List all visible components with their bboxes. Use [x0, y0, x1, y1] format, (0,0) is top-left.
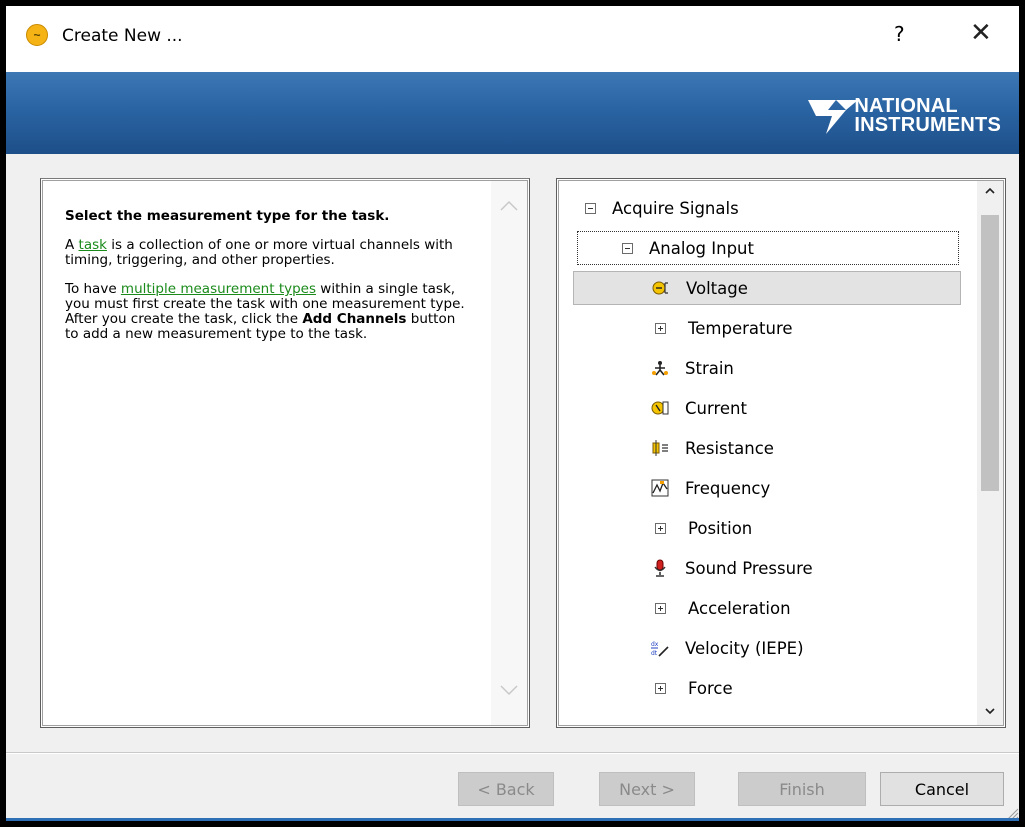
scroll-down-icon[interactable] — [491, 679, 527, 702]
voltage-icon — [652, 279, 670, 297]
create-new-dialog: ~ Create New ... ? ✕ NATIONAL INSTRUMENT… — [6, 6, 1019, 821]
strain-icon — [651, 359, 669, 377]
scroll-up-icon[interactable] — [491, 195, 527, 218]
velocity-icon: dx dt — [651, 639, 669, 657]
text-span: To have — [65, 281, 121, 297]
description-heading: Select the measurement type for the task… — [65, 208, 390, 224]
scrollbar-thumb[interactable] — [981, 215, 999, 491]
tree-scrollbar[interactable] — [977, 181, 1003, 725]
expand-icon[interactable] — [655, 522, 666, 534]
collapse-icon[interactable] — [622, 242, 633, 254]
next-button[interactable]: Next > — [599, 772, 695, 806]
eagle-logo-icon — [808, 100, 859, 134]
tree-node-acceleration[interactable]: Acceleration — [651, 591, 791, 625]
close-button[interactable]: ✕ — [970, 18, 992, 48]
cancel-button[interactable]: Cancel — [880, 772, 1004, 806]
svg-text:dx: dx — [651, 641, 659, 648]
button-bar-divider-highlight — [6, 753, 1019, 754]
tree-node-label: Acceleration — [688, 598, 791, 618]
scroll-down-icon[interactable] — [977, 705, 1003, 719]
text-span: is a collection of one or more virtual c… — [65, 237, 453, 268]
tree-node-resistance[interactable]: Resistance — [651, 431, 774, 465]
description-text: Select the measurement type for the task… — [65, 209, 465, 356]
tree-node-label: Sound Pressure — [685, 558, 813, 578]
collapse-icon[interactable] — [585, 202, 596, 214]
tree-node-force[interactable]: Force — [651, 671, 733, 705]
tree-node-position[interactable]: Position — [651, 511, 752, 545]
tree-node-label: Position — [688, 518, 753, 538]
national-instruments-logo: NATIONAL INSTRUMENTS — [806, 96, 1001, 136]
tree-node-current[interactable]: Current — [651, 391, 747, 425]
expand-icon[interactable] — [655, 682, 666, 694]
description-panel: Select the measurement type for the task… — [40, 178, 530, 728]
tree-node-sound-pressure[interactable]: Sound Pressure — [651, 551, 813, 585]
app-icon: ~ — [26, 24, 48, 46]
tree-node-label: Frequency — [685, 478, 771, 498]
back-button[interactable]: < Back — [458, 772, 554, 806]
tree-node-acquire-signals[interactable]: Acquire Signals — [585, 191, 739, 225]
text-span: A — [65, 237, 79, 253]
finish-button[interactable]: Finish — [738, 772, 866, 806]
microphone-icon — [651, 559, 669, 577]
multiple-measurement-types-link[interactable]: multiple measurement types — [121, 281, 316, 297]
tree-node-label: Temperature — [688, 318, 793, 338]
current-icon — [651, 399, 669, 417]
scroll-up-icon[interactable] — [977, 185, 1003, 199]
tree-node-label: Voltage — [686, 278, 748, 298]
window-title: Create New ... — [62, 26, 183, 46]
header-banner: NATIONAL INSTRUMENTS — [6, 72, 1019, 154]
tree-node-label: Analog Input — [649, 238, 754, 258]
help-button[interactable]: ? — [894, 22, 905, 46]
tree-node-frequency[interactable]: Frequency — [651, 471, 770, 505]
measurement-type-tree: Acquire Signals Analog Input Voltage Temp… — [556, 178, 1006, 728]
tree-node-label: Current — [685, 398, 747, 418]
description-scrollbar[interactable] — [491, 181, 527, 725]
expand-icon[interactable] — [655, 602, 666, 614]
expand-icon[interactable] — [655, 322, 666, 334]
tree-node-label: Velocity (IEPE) — [685, 638, 804, 658]
logo-line2: INSTRUMENTS — [854, 114, 1001, 136]
frequency-icon — [651, 479, 669, 497]
window-bottom-edge — [6, 818, 1019, 821]
tree-node-label: Acquire Signals — [612, 198, 739, 218]
svg-text:dt: dt — [651, 650, 658, 657]
resistance-icon — [651, 439, 669, 457]
description-paragraph-2: To have multiple measurement types withi… — [65, 282, 465, 342]
title-bar: ~ Create New ... ? ✕ — [6, 6, 1019, 72]
description-paragraph-1: A task is a collection of one or more vi… — [65, 238, 465, 268]
tree-node-voltage[interactable]: Voltage — [573, 271, 961, 305]
tree-node-velocity-iepe[interactable]: dx dt Velocity (IEPE) — [651, 631, 804, 665]
tree-node-strain[interactable]: Strain — [651, 351, 734, 385]
tree-node-label: Force — [688, 678, 733, 698]
tree-node-label: Strain — [685, 358, 734, 378]
tree-node-analog-input[interactable]: Analog Input — [577, 231, 959, 265]
task-link[interactable]: task — [79, 237, 107, 253]
tree-node-label: Resistance — [685, 438, 774, 458]
add-channels-text: Add Channels — [302, 311, 407, 327]
tree-node-temperature[interactable]: Temperature — [651, 311, 793, 345]
